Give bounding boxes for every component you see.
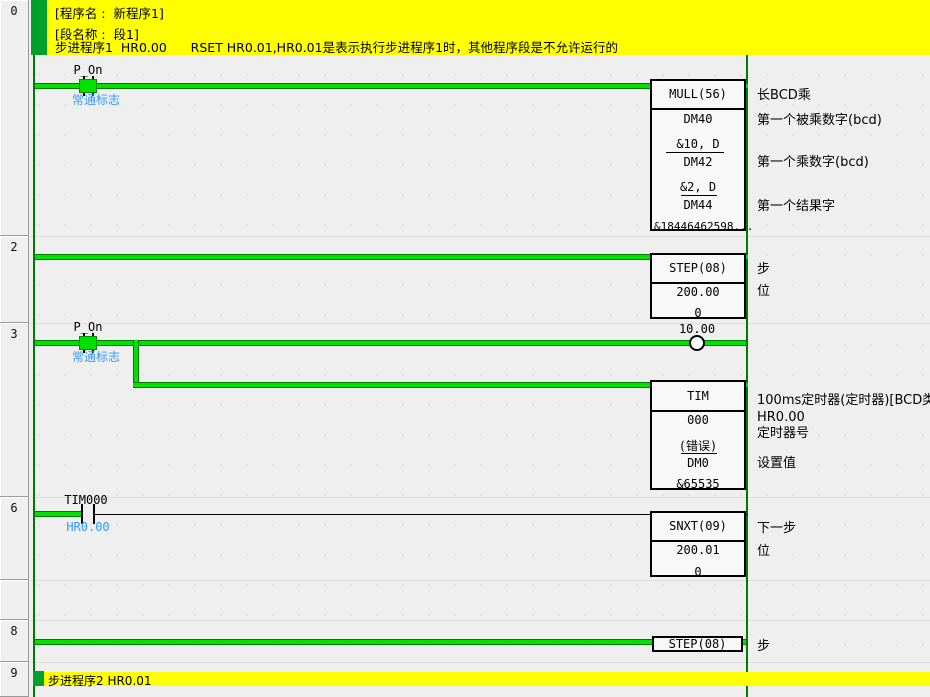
operand-current-value: 0 xyxy=(652,565,744,579)
instruction-comment: 步 xyxy=(757,635,770,654)
rung-number-cell[interactable]: 9 xyxy=(0,662,29,697)
operand[interactable]: DM0 xyxy=(652,456,744,470)
operand-comment: 位 xyxy=(757,540,770,559)
operand-comment: 定时器号 xyxy=(757,422,809,441)
ladder-editor: 0 2 3 6 8 9 [程序名 : 新程序1] [段名称 : 段1] 步进程序… xyxy=(0,0,930,697)
instruction-comment: 长BCD乘 xyxy=(757,84,811,103)
rung-number-cell[interactable]: 6 xyxy=(0,497,29,580)
operand[interactable]: DM44 xyxy=(652,198,744,212)
value-underline xyxy=(681,195,717,196)
operand[interactable]: 200.00 xyxy=(652,285,744,299)
value-underline xyxy=(666,152,724,153)
step-program-label: 步进程序2 HR0.01 xyxy=(48,672,152,689)
contact-label: P_On xyxy=(66,320,110,334)
step-program-banner[interactable] xyxy=(34,672,930,686)
operand-current-value: (错误) xyxy=(652,437,744,454)
instruction-comment: 100ms定时器(定时器)[BCD类型] xyxy=(757,389,930,408)
tim-instruction-block[interactable]: TIM 000 (错误) DM0 &65535 xyxy=(650,380,746,490)
instruction-mnemonic: SNXT(09) xyxy=(652,513,744,542)
program-name-label: [程序名 : 新程序1] xyxy=(55,3,164,22)
right-power-rail xyxy=(746,55,748,697)
operand-current-value: 0 xyxy=(652,306,744,320)
rung3-branch-wire xyxy=(133,340,139,388)
step-instruction-block[interactable]: STEP(08) 200.00 0 xyxy=(650,253,746,319)
instruction-mnemonic: STEP(08) xyxy=(654,638,741,651)
instruction-comment: 下一步 xyxy=(757,517,796,536)
left-power-rail xyxy=(33,55,35,697)
operand-comment: 位 xyxy=(757,280,770,299)
rung-number-cell[interactable]: 8 xyxy=(0,620,29,662)
rung-number-cell[interactable]: 3 xyxy=(0,323,29,497)
result-current-value: &18446462598... xyxy=(654,220,744,233)
operand-comment: 第一个被乘数字(bcd) xyxy=(757,109,882,128)
contact-label: P_On xyxy=(66,63,110,77)
rung8-wire xyxy=(35,639,746,645)
row-separator xyxy=(30,236,930,237)
snxt-instruction-block[interactable]: SNXT(09) 200.01 0 xyxy=(650,511,746,577)
output-coil[interactable] xyxy=(689,335,705,351)
contact-comment: 常通标志 xyxy=(61,348,131,365)
contact-label: TIM000 xyxy=(60,493,112,507)
rung-number-cell[interactable]: 0 xyxy=(0,0,29,236)
section-start-marker xyxy=(31,0,47,55)
section-comment-label: 步进程序1 HR0.00 RSET HR0.01,HR0.01是表示执行步进程序… xyxy=(55,37,618,56)
rung-number-cell[interactable] xyxy=(0,580,29,620)
rung3-branch-wire xyxy=(133,382,650,388)
operand-current-value: &65535 xyxy=(652,477,744,491)
mull-instruction-block[interactable]: MULL(56) DM40 &10, D DM42 &2, D DM44 &18… xyxy=(650,79,746,231)
rung-number-cell[interactable]: 2 xyxy=(0,236,29,323)
instruction-mnemonic: MULL(56) xyxy=(652,81,744,110)
row-separator xyxy=(30,497,930,498)
operand[interactable]: DM42 xyxy=(652,155,744,169)
coil-label: 10.00 xyxy=(669,322,725,336)
operand[interactable]: DM40 xyxy=(652,112,744,126)
instruction-mnemonic: STEP(08) xyxy=(652,255,744,284)
instruction-comment: 步 xyxy=(757,258,770,277)
rung2-wire xyxy=(35,254,650,260)
operand-comment: 第一个结果字 xyxy=(757,195,835,214)
rung0-wire xyxy=(35,83,650,89)
step-start-marker xyxy=(33,671,44,686)
operand-current-value: &2, D xyxy=(652,180,744,194)
rung6-wire xyxy=(95,514,650,515)
operand-comment: 设置值 xyxy=(757,452,796,471)
instruction-mnemonic: TIM xyxy=(652,382,744,412)
row-separator xyxy=(30,662,930,663)
operand-comment: 第一个乘数字(bcd) xyxy=(757,151,869,170)
rung6-wire-energized xyxy=(35,511,81,517)
operand[interactable]: 000 xyxy=(652,413,744,427)
step-instruction-block[interactable]: STEP(08) xyxy=(652,636,743,652)
value-underline xyxy=(681,453,717,454)
contact-comment: HR0.00 xyxy=(63,520,113,534)
rung3-wire xyxy=(35,340,746,346)
contact-comment: 常通标志 xyxy=(61,91,131,108)
operand-current-value: &10, D xyxy=(652,137,744,151)
row-separator xyxy=(30,620,930,621)
row-separator xyxy=(30,323,930,324)
row-separator xyxy=(30,580,930,581)
operand[interactable]: 200.01 xyxy=(652,543,744,557)
